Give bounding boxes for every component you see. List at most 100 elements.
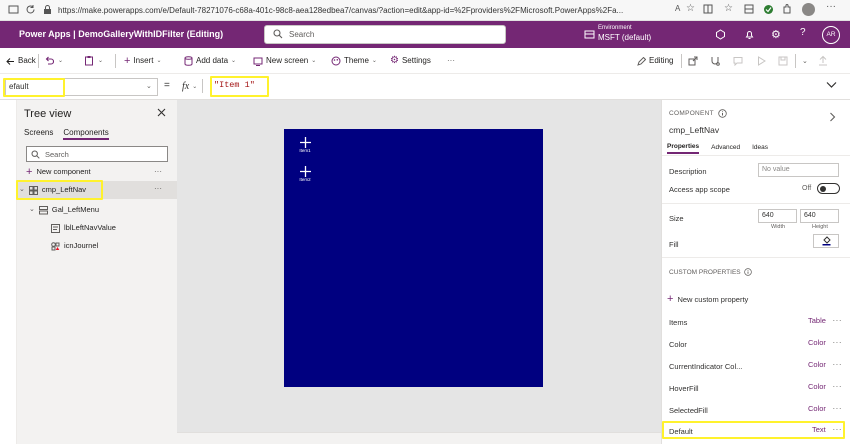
custom-prop-type[interactable]: Text	[812, 425, 826, 434]
app-checker-icon[interactable]	[710, 56, 720, 66]
comments-icon[interactable]	[733, 56, 743, 66]
custom-properties-header: CUSTOM PROPERTIES	[669, 268, 752, 276]
properties-header: COMPONENT	[669, 109, 727, 118]
chevron-down-icon: ⌄	[29, 206, 35, 213]
width-caption: Width	[771, 224, 786, 230]
tab-ideas[interactable]: Ideas	[752, 144, 768, 153]
tree-view-title: Tree view	[24, 108, 72, 120]
share-icon[interactable]	[688, 56, 698, 66]
user-avatar[interactable]: AR	[822, 26, 840, 44]
preview-play-icon[interactable]	[757, 56, 766, 66]
component-cmp-leftnav[interactable]: Item1 Item2	[284, 129, 543, 387]
custom-prop-type[interactable]: Table	[808, 316, 826, 325]
add-data-button[interactable]: Add data ⌄	[184, 48, 236, 74]
favorites-icon[interactable]: ☆	[724, 3, 733, 14]
extensions-icon[interactable]	[782, 4, 792, 14]
more-options-icon[interactable]: ···	[833, 425, 843, 434]
tree-item-cmp-leftnav[interactable]: ⌄ cmp_LeftNav	[19, 182, 86, 198]
paste-chevron-icon[interactable]: ⌄	[98, 57, 103, 64]
chevron-down-icon: ⌄	[146, 83, 152, 90]
settings-button[interactable]: ⚙ Settings	[390, 48, 431, 74]
custom-prop-type[interactable]: Color	[808, 338, 826, 347]
tab-components[interactable]: Components	[63, 128, 109, 140]
publish-icon[interactable]	[818, 55, 828, 66]
browser-essentials-icon[interactable]	[763, 4, 774, 15]
global-search[interactable]: Search	[264, 25, 506, 44]
more-options-icon[interactable]: ···	[833, 360, 843, 369]
read-aloud-icon[interactable]: A	[675, 4, 680, 13]
tree-search-input[interactable]: Search	[26, 146, 168, 162]
help-icon[interactable]: ?	[800, 27, 806, 38]
more-options-icon[interactable]: ···	[833, 316, 843, 325]
custom-prop-type[interactable]: Color	[808, 360, 826, 369]
access-app-scope-toggle[interactable]	[817, 183, 840, 194]
formula-input[interactable]: "Item 1"	[214, 79, 255, 91]
expand-formula-chevron-icon[interactable]	[826, 81, 837, 89]
equals-sign: =	[164, 80, 170, 91]
paste-icon[interactable]	[84, 55, 94, 66]
custom-prop-name: SelectedFill	[669, 406, 708, 415]
new-custom-property-label: New custom property	[677, 294, 749, 304]
split-screen-icon[interactable]	[703, 4, 713, 14]
collections-icon[interactable]	[744, 4, 754, 14]
divider	[681, 54, 682, 68]
refresh-icon[interactable]	[25, 4, 36, 15]
settings-gear-icon[interactable]: ⚙	[771, 28, 781, 41]
tab-advanced[interactable]: Advanced	[711, 144, 740, 153]
more-options-icon[interactable]: ···	[154, 167, 162, 176]
toggle-knob	[820, 186, 826, 192]
tree-item-gal-leftmenu[interactable]: ⌄ Gal_LeftMenu	[29, 202, 99, 218]
tab-properties[interactable]: Properties	[667, 143, 700, 154]
save-options-chevron-icon[interactable]: ⌄	[802, 57, 808, 65]
theme-button[interactable]: Theme ⌄	[331, 48, 377, 74]
info-icon[interactable]	[718, 109, 727, 118]
new-screen-button[interactable]: New screen ⌄	[253, 48, 316, 74]
chevron-down-icon: ⌄	[192, 83, 198, 90]
divider	[662, 203, 850, 204]
chevron-right-icon[interactable]	[829, 112, 836, 122]
info-icon[interactable]	[743, 268, 752, 276]
tree-item-icnjournel[interactable]: icnJournel	[51, 238, 98, 254]
favorite-star-icon[interactable]: ☆	[686, 3, 695, 14]
editing-mode-button[interactable]: Editing	[637, 48, 673, 74]
profile-avatar-icon[interactable]	[802, 3, 815, 16]
back-button[interactable]: Back	[6, 48, 36, 74]
more-options-icon[interactable]: ···	[833, 382, 843, 391]
fx-button[interactable]: fx ⌄	[182, 79, 204, 93]
notifications-bell-icon[interactable]	[744, 29, 755, 40]
description-input[interactable]: No value	[758, 163, 839, 177]
height-input[interactable]: 640	[800, 209, 839, 223]
toggle-state: Off	[802, 185, 812, 192]
more-options-icon[interactable]: ···	[154, 184, 162, 193]
fill-color-picker[interactable]	[813, 234, 839, 248]
custom-prop-type[interactable]: Color	[808, 382, 826, 391]
insert-button[interactable]: + Insert ⌄	[124, 48, 161, 74]
copilot-icon[interactable]	[715, 29, 726, 40]
close-icon[interactable]	[157, 108, 166, 117]
tab-actions-icon[interactable]	[8, 4, 19, 15]
access-app-scope-label: Access app scope	[669, 185, 730, 194]
more-options-icon[interactable]: ···	[833, 338, 843, 347]
new-component-button[interactable]: + New component	[26, 164, 91, 180]
new-custom-property-button[interactable]: + New custom property	[667, 293, 748, 305]
environment-picker[interactable]: Environment MSFT (default)	[598, 24, 651, 43]
divider	[662, 257, 850, 258]
undo-chevron-icon[interactable]: ⌄	[58, 57, 63, 64]
more-options-icon[interactable]: ···	[833, 404, 843, 413]
database-icon	[184, 56, 193, 66]
tab-screens[interactable]: Screens	[24, 128, 53, 140]
save-icon[interactable]	[778, 56, 788, 66]
width-input[interactable]: 640	[758, 209, 797, 223]
plus-icon: +	[124, 55, 131, 67]
property-selector[interactable]: efault ⌄	[5, 78, 158, 96]
tree-item-label: cmp_LeftNav	[41, 185, 87, 194]
address-bar[interactable]: https://make.powerapps.com/e/Default-782…	[58, 3, 658, 18]
more-commands-button[interactable]: ···	[447, 48, 455, 74]
paint-bucket-icon	[822, 236, 831, 246]
browser-menu-icon[interactable]: ···	[826, 1, 836, 12]
tree-item-lblleftnavvalue[interactable]: lblLeftNavValue	[51, 220, 116, 236]
design-canvas[interactable]: Item1 Item2	[177, 100, 661, 444]
back-label: Back	[18, 56, 36, 65]
custom-prop-type[interactable]: Color	[808, 404, 826, 413]
undo-icon[interactable]	[44, 56, 54, 66]
